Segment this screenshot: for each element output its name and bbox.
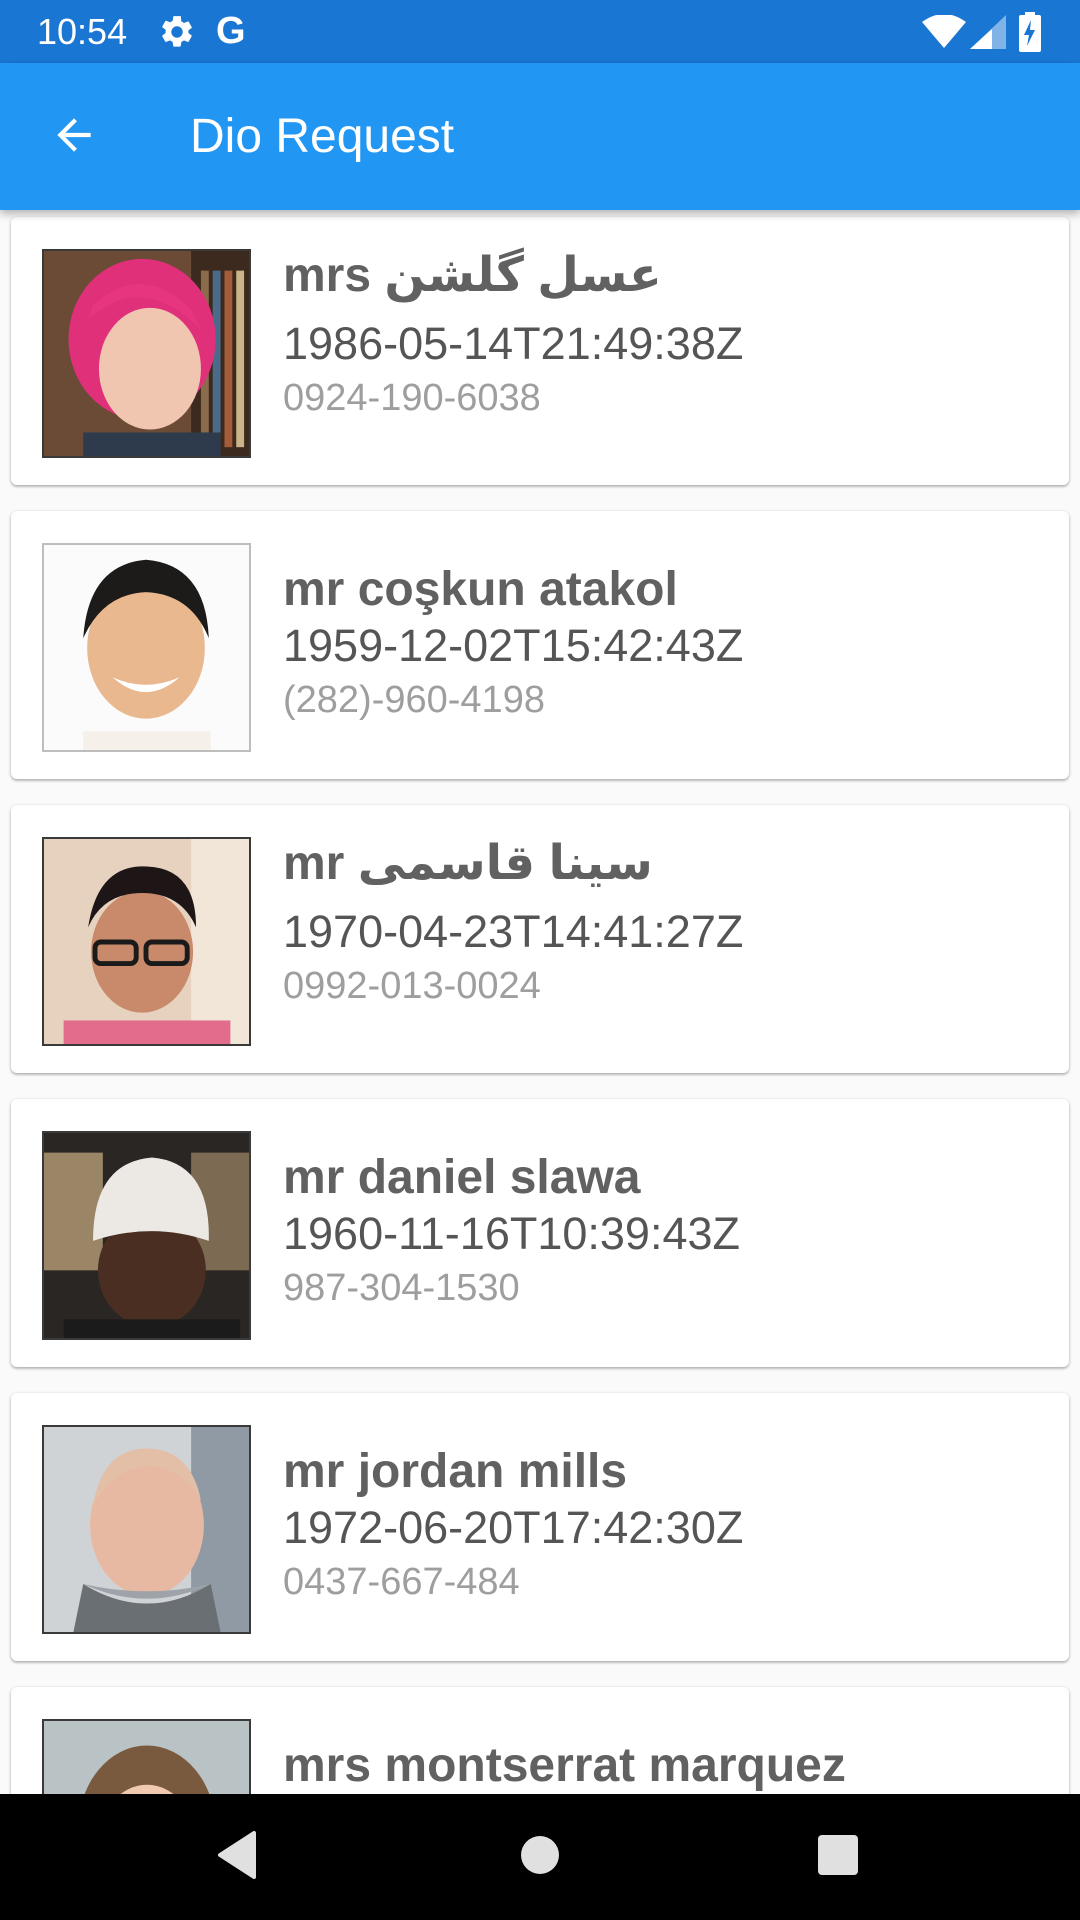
user-card[interactable]: mrs montserrat marquez — [11, 1687, 1069, 1794]
page-title: Dio Request — [190, 110, 455, 163]
avatar — [42, 1719, 251, 1794]
avatar — [42, 837, 251, 1046]
cell-signal-icon — [970, 15, 1006, 49]
user-card[interactable]: mr jordan mills 1972-06-20T17:42:30Z 043… — [11, 1393, 1069, 1661]
home-circle-icon — [510, 1825, 570, 1890]
avatar — [42, 1131, 251, 1340]
avatar — [42, 1425, 251, 1634]
arrow-back-icon — [49, 110, 99, 165]
user-phone: (282)-960-4198 — [283, 679, 545, 721]
user-card[interactable]: mr سینا قاسمی 1970-04-23T14:41:27Z 0992-… — [11, 805, 1069, 1073]
user-card[interactable]: mr coşkun atakol 1959-12-02T15:42:43Z (2… — [11, 511, 1069, 779]
wifi-icon — [922, 14, 966, 49]
user-name: mrs عسل گلشن — [283, 249, 662, 302]
settings-gear-icon — [158, 13, 196, 51]
user-phone: 0924-190-6038 — [283, 377, 541, 419]
user-dob: 1960-11-16T10:39:43Z — [283, 1208, 740, 1259]
user-dob: 1959-12-02T15:42:43Z — [283, 620, 744, 671]
back-triangle-icon — [208, 1825, 268, 1890]
user-card[interactable]: mrs عسل گلشن 1986-05-14T21:49:38Z 0924-1… — [11, 217, 1069, 485]
user-dob: 1972-06-20T17:42:30Z — [283, 1502, 744, 1553]
avatar — [42, 249, 251, 458]
nav-home-button[interactable] — [510, 1827, 570, 1887]
user-dob: 1986-05-14T21:49:38Z — [283, 318, 744, 369]
google-g-icon: G — [216, 10, 246, 52]
back-button[interactable] — [34, 97, 114, 177]
status-time: 10:54 — [37, 11, 128, 52]
user-card[interactable]: mr daniel slawa 1960-11-16T10:39:43Z 987… — [11, 1099, 1069, 1367]
user-list[interactable]: mrs عسل گلشن 1986-05-14T21:49:38Z 0924-1… — [0, 210, 1080, 1794]
status-bar: 10:54 G — [0, 0, 1080, 63]
nav-back-button[interactable] — [208, 1827, 268, 1887]
user-name: mrs montserrat marquez — [283, 1739, 846, 1792]
user-phone: 0992-013-0024 — [283, 965, 541, 1007]
user-dob: 1970-04-23T14:41:27Z — [283, 906, 744, 957]
user-name: mr سینا قاسمی — [283, 837, 653, 890]
system-navigation-bar — [0, 1794, 1080, 1920]
avatar — [42, 543, 251, 752]
app-bar: Dio Request — [0, 63, 1080, 210]
user-phone: 987-304-1530 — [283, 1267, 520, 1309]
screen: 10:54 G Dio Request mrs عسل گلشن 1986-05… — [0, 0, 1080, 1920]
user-name: mr coşkun atakol — [283, 563, 678, 616]
user-name: mr daniel slawa — [283, 1151, 641, 1204]
nav-recents-button[interactable] — [808, 1827, 868, 1887]
user-phone: 0437-667-484 — [283, 1561, 520, 1603]
user-name: mr jordan mills — [283, 1445, 628, 1498]
battery-charging-icon — [1018, 12, 1042, 52]
recents-square-icon — [808, 1825, 868, 1890]
